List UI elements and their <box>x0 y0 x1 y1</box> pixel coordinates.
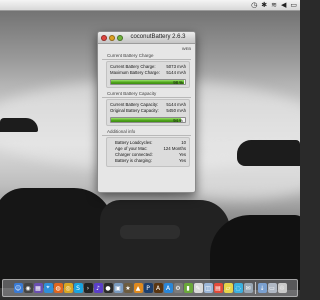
dvd-player-icon[interactable]: ● <box>103 283 113 293</box>
vlc-icon[interactable]: ▲ <box>133 283 143 293</box>
web-button[interactable]: WEB <box>182 46 191 51</box>
preview-icon[interactable]: ◫ <box>203 283 213 293</box>
itunes-icon[interactable]: ♪ <box>93 283 103 293</box>
capacity-percent: 94 % <box>173 118 183 123</box>
window-title: coconutBattery 2.6.3 <box>130 34 186 40</box>
current-capacity-box: Current Battery Capacity: 5144 mAh Origi… <box>106 99 190 126</box>
system-preferences-icon[interactable]: ⚙ <box>173 283 183 293</box>
menu-bar: ◷ ✱ ≋ ◀ ▭ <box>0 0 300 11</box>
section-divider <box>102 59 191 60</box>
messages-icon[interactable]: ◌ <box>233 283 243 293</box>
coconutbattery-icon[interactable]: ▮ <box>183 283 193 293</box>
time-machine-icon[interactable]: ◷ <box>251 1 257 10</box>
textedit-icon[interactable]: ✎ <box>193 283 203 293</box>
app-store-icon[interactable]: A <box>163 283 173 293</box>
rock-ledge <box>120 225 180 239</box>
terminal-icon[interactable]: › <box>83 283 93 293</box>
stickies-icon[interactable]: ▱ <box>223 283 233 293</box>
capacity-progress-bar: 94 % <box>110 117 186 123</box>
section-divider <box>102 97 191 98</box>
photoshop-icon[interactable]: P <box>143 283 153 293</box>
firefox-icon[interactable]: ◍ <box>53 283 63 293</box>
row-value: 5144 mAh <box>166 70 186 75</box>
dock-separator <box>254 282 256 294</box>
rock-foreground-left <box>0 188 114 288</box>
additional-info-box: Battery Loadcycles: 10 Age of your Mac: … <box>106 137 190 167</box>
safari-icon[interactable]: ⌖ <box>43 283 53 293</box>
dock: ☺ ◉ ▦ ⌖ ◍ ◎ S › ♪ ● ▣ ★ ▲ P A A ⚙ ▮ ✎ ◫ ▤ ▱ ◌ ✉ ↓ ▭ ♲ <box>2 279 298 297</box>
section-divider <box>102 135 191 136</box>
info-row: Battery is charging: Yes <box>115 158 186 164</box>
bluetooth-icon[interactable]: ✱ <box>261 1 267 10</box>
documents-stack-icon[interactable]: ▭ <box>267 283 277 293</box>
info-row: Maximum Battery Charge: 5144 mAh <box>110 70 186 76</box>
window-titlebar[interactable]: coconutBattery 2.6.3 <box>98 32 195 44</box>
coconutbattery-window: coconutBattery 2.6.3 WEB Current Battery… <box>97 31 196 193</box>
iphoto-icon[interactable]: ▣ <box>113 283 123 293</box>
rock-right <box>237 140 300 166</box>
calendar-icon[interactable]: ▤ <box>213 283 223 293</box>
info-row: Original Battery Capacity: 5450 mAh <box>110 108 186 114</box>
wifi-icon[interactable]: ≋ <box>271 1 277 10</box>
volume-icon[interactable]: ◀ <box>281 1 286 10</box>
row-label: Original Battery Capacity: <box>110 108 159 113</box>
window-toolbar: WEB <box>98 44 195 53</box>
row-label: Maximum Battery Charge: <box>110 70 160 75</box>
dashboard-icon[interactable]: ◉ <box>23 283 33 293</box>
close-button[interactable] <box>101 35 107 41</box>
minimize-button[interactable] <box>109 35 115 41</box>
row-label: Battery is charging: <box>115 158 152 163</box>
charge-percent: 98 % <box>173 80 183 85</box>
finder-icon[interactable]: ☺ <box>13 283 23 293</box>
downloads-stack-icon[interactable]: ↓ <box>257 283 267 293</box>
zoom-button[interactable] <box>117 35 123 41</box>
mail-icon[interactable]: ✉ <box>243 283 253 293</box>
capacity-progress-fill <box>111 118 181 122</box>
rock-left <box>0 118 38 132</box>
charge-progress-bar: 98 % <box>110 79 186 85</box>
row-value: Yes <box>178 158 186 163</box>
battery-icon[interactable]: ▭ <box>290 1 297 10</box>
mission-control-icon[interactable]: ▦ <box>33 283 43 293</box>
illustrator-icon[interactable]: A <box>153 283 163 293</box>
skype-icon[interactable]: S <box>73 283 83 293</box>
trash-icon[interactable]: ♲ <box>277 283 287 293</box>
chrome-icon[interactable]: ◎ <box>63 283 73 293</box>
row-value: 5450 mAh <box>166 108 186 113</box>
imovie-icon[interactable]: ★ <box>123 283 133 293</box>
current-charge-box: Current Battery Charge: 5073 mAh Maximum… <box>106 61 190 88</box>
